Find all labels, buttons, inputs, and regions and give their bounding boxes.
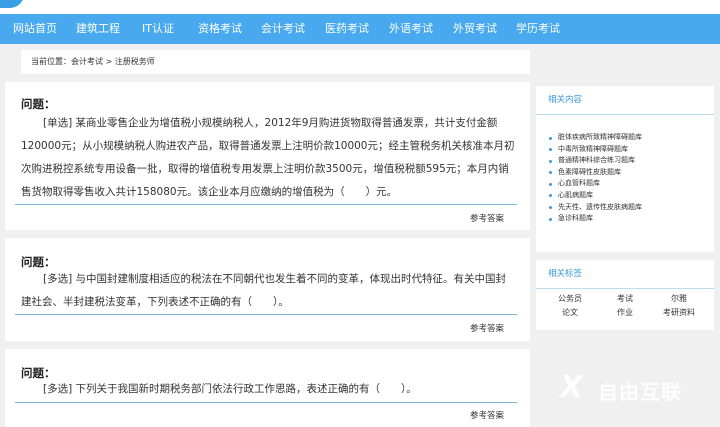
question-divider — [15, 204, 517, 205]
related-content-title: 相关内容 — [548, 95, 583, 105]
nav-item-accounting[interactable]: 会计考试 — [250, 14, 316, 44]
related-content-list: 脏体疾病所致精神障碍题库 中毒所致精神障碍题库 普通精神科综合练习题库 色素障碍… — [548, 132, 642, 225]
related-item-label[interactable]: 普通精神科综合练习题库 — [558, 156, 635, 164]
question-card: 问题： [多选] 与中国封建制度相适应的税法在不同朝代也发生着不同的变革，体现出… — [5, 238, 530, 341]
related-item[interactable]: 色素障碍性皮肤题库 — [548, 167, 642, 179]
related-item[interactable]: 普通精神科综合练习题库 — [548, 155, 642, 167]
breadcrumb: 当前位置：会计考试 > 注册税务师 — [21, 50, 530, 74]
nav-item-medicine[interactable]: 医药考试 — [316, 14, 378, 44]
nav-item-qualification[interactable]: 资格考试 — [190, 14, 250, 44]
related-item-label[interactable]: 中毒所致精神障碍题库 — [558, 145, 628, 153]
bullet-icon — [549, 206, 552, 210]
answer-link[interactable]: 参考答案 — [470, 212, 504, 224]
related-item[interactable]: 脏体疾病所致精神障碍题库 — [548, 132, 642, 144]
bullet-icon — [549, 171, 552, 175]
watermark-x-icon: X — [560, 370, 584, 405]
nav-item-home[interactable]: 网站首页 — [0, 14, 70, 44]
bullet-icon — [549, 217, 552, 221]
bullet-icon — [549, 159, 552, 163]
tag-link[interactable]: 考试 — [595, 293, 655, 304]
related-item[interactable]: 心肌病题库 — [548, 190, 642, 202]
related-item-label[interactable]: 心血管科题库 — [558, 179, 600, 187]
related-item-label[interactable]: 急诊科题库 — [558, 214, 593, 222]
question-title: 问题： — [21, 97, 56, 111]
related-item[interactable]: 先天性、遗传性皮肤病题库 — [548, 202, 642, 214]
related-item-label[interactable]: 心肌病题库 — [558, 191, 593, 199]
question-card: 问题： [单选] 某商业零售企业为增值税小规模纳税人，2012年9月购进货物取得… — [5, 82, 530, 230]
question-text: [多选] 下列关于我国新时期税务部门依法行政工作思路，表述正确的有（ ）。 — [43, 383, 417, 395]
related-item-label[interactable]: 脏体疾病所致精神障碍题库 — [558, 133, 642, 141]
related-tags-divider — [536, 288, 714, 289]
question-divider — [15, 402, 517, 403]
tag-link[interactable]: 尔雅 — [649, 293, 709, 304]
related-item[interactable]: 心血管科题库 — [548, 178, 642, 190]
question-text: [单选] 某商业零售企业为增值税小规模纳税人，2012年9月购进货物取得普通发票… — [21, 117, 515, 198]
question-text: [多选] 与中国封建制度相适应的税法在不同朝代也发生着不同的变革，体现出时代特征… — [21, 273, 507, 308]
related-item[interactable]: 中毒所致精神障碍题库 — [548, 144, 642, 156]
bullet-icon — [549, 194, 552, 198]
nav-item-construction[interactable]: 建筑工程 — [70, 14, 126, 44]
related-item-label[interactable]: 色素障碍性皮肤题库 — [558, 168, 621, 176]
nav-item-language[interactable]: 外语考试 — [378, 14, 444, 44]
question-divider — [15, 314, 517, 315]
nav-item-trade[interactable]: 外贸考试 — [444, 14, 506, 44]
bullet-icon — [549, 182, 552, 186]
tag-link[interactable]: 考研资料 — [649, 307, 709, 318]
bullet-icon — [549, 148, 552, 152]
bullet-icon — [549, 136, 552, 140]
related-content-divider — [536, 114, 714, 115]
tag-link[interactable]: 论文 — [540, 307, 600, 318]
related-item-label[interactable]: 先天性、遗传性皮肤病题库 — [558, 203, 642, 211]
nav-item-degree[interactable]: 学历考试 — [506, 14, 570, 44]
watermark-text: 自由互联 — [598, 380, 682, 404]
question-card: 问题： [多选] 下列关于我国新时期税务部门依法行政工作思路，表述正确的有（ ）… — [5, 349, 530, 427]
watermark-logo: X 自由互联 — [560, 367, 720, 407]
top-strip — [0, 0, 720, 14]
tag-link[interactable]: 作业 — [595, 307, 655, 318]
answer-link[interactable]: 参考答案 — [470, 409, 504, 421]
nav-item-it-cert[interactable]: IT认证 — [126, 14, 190, 44]
related-tags-title: 相关标签 — [548, 269, 583, 279]
related-tags-panel: 相关标签 公务员 考试 尔雅 论文 作业 考研资料 — [536, 260, 714, 330]
answer-link[interactable]: 参考答案 — [470, 322, 504, 334]
related-item[interactable]: 急诊科题库 — [548, 213, 642, 225]
site-logo-arc[interactable] — [0, 0, 24, 8]
tag-link[interactable]: 公务员 — [540, 293, 600, 304]
related-content-panel: 相关内容 脏体疾病所致精神障碍题库 中毒所致精神障碍题库 普通精神科综合练习题库… — [536, 86, 714, 252]
main-nav: 网站首页 建筑工程 IT认证 资格考试 会计考试 医药考试 外语考试 外贸考试 … — [0, 14, 720, 44]
